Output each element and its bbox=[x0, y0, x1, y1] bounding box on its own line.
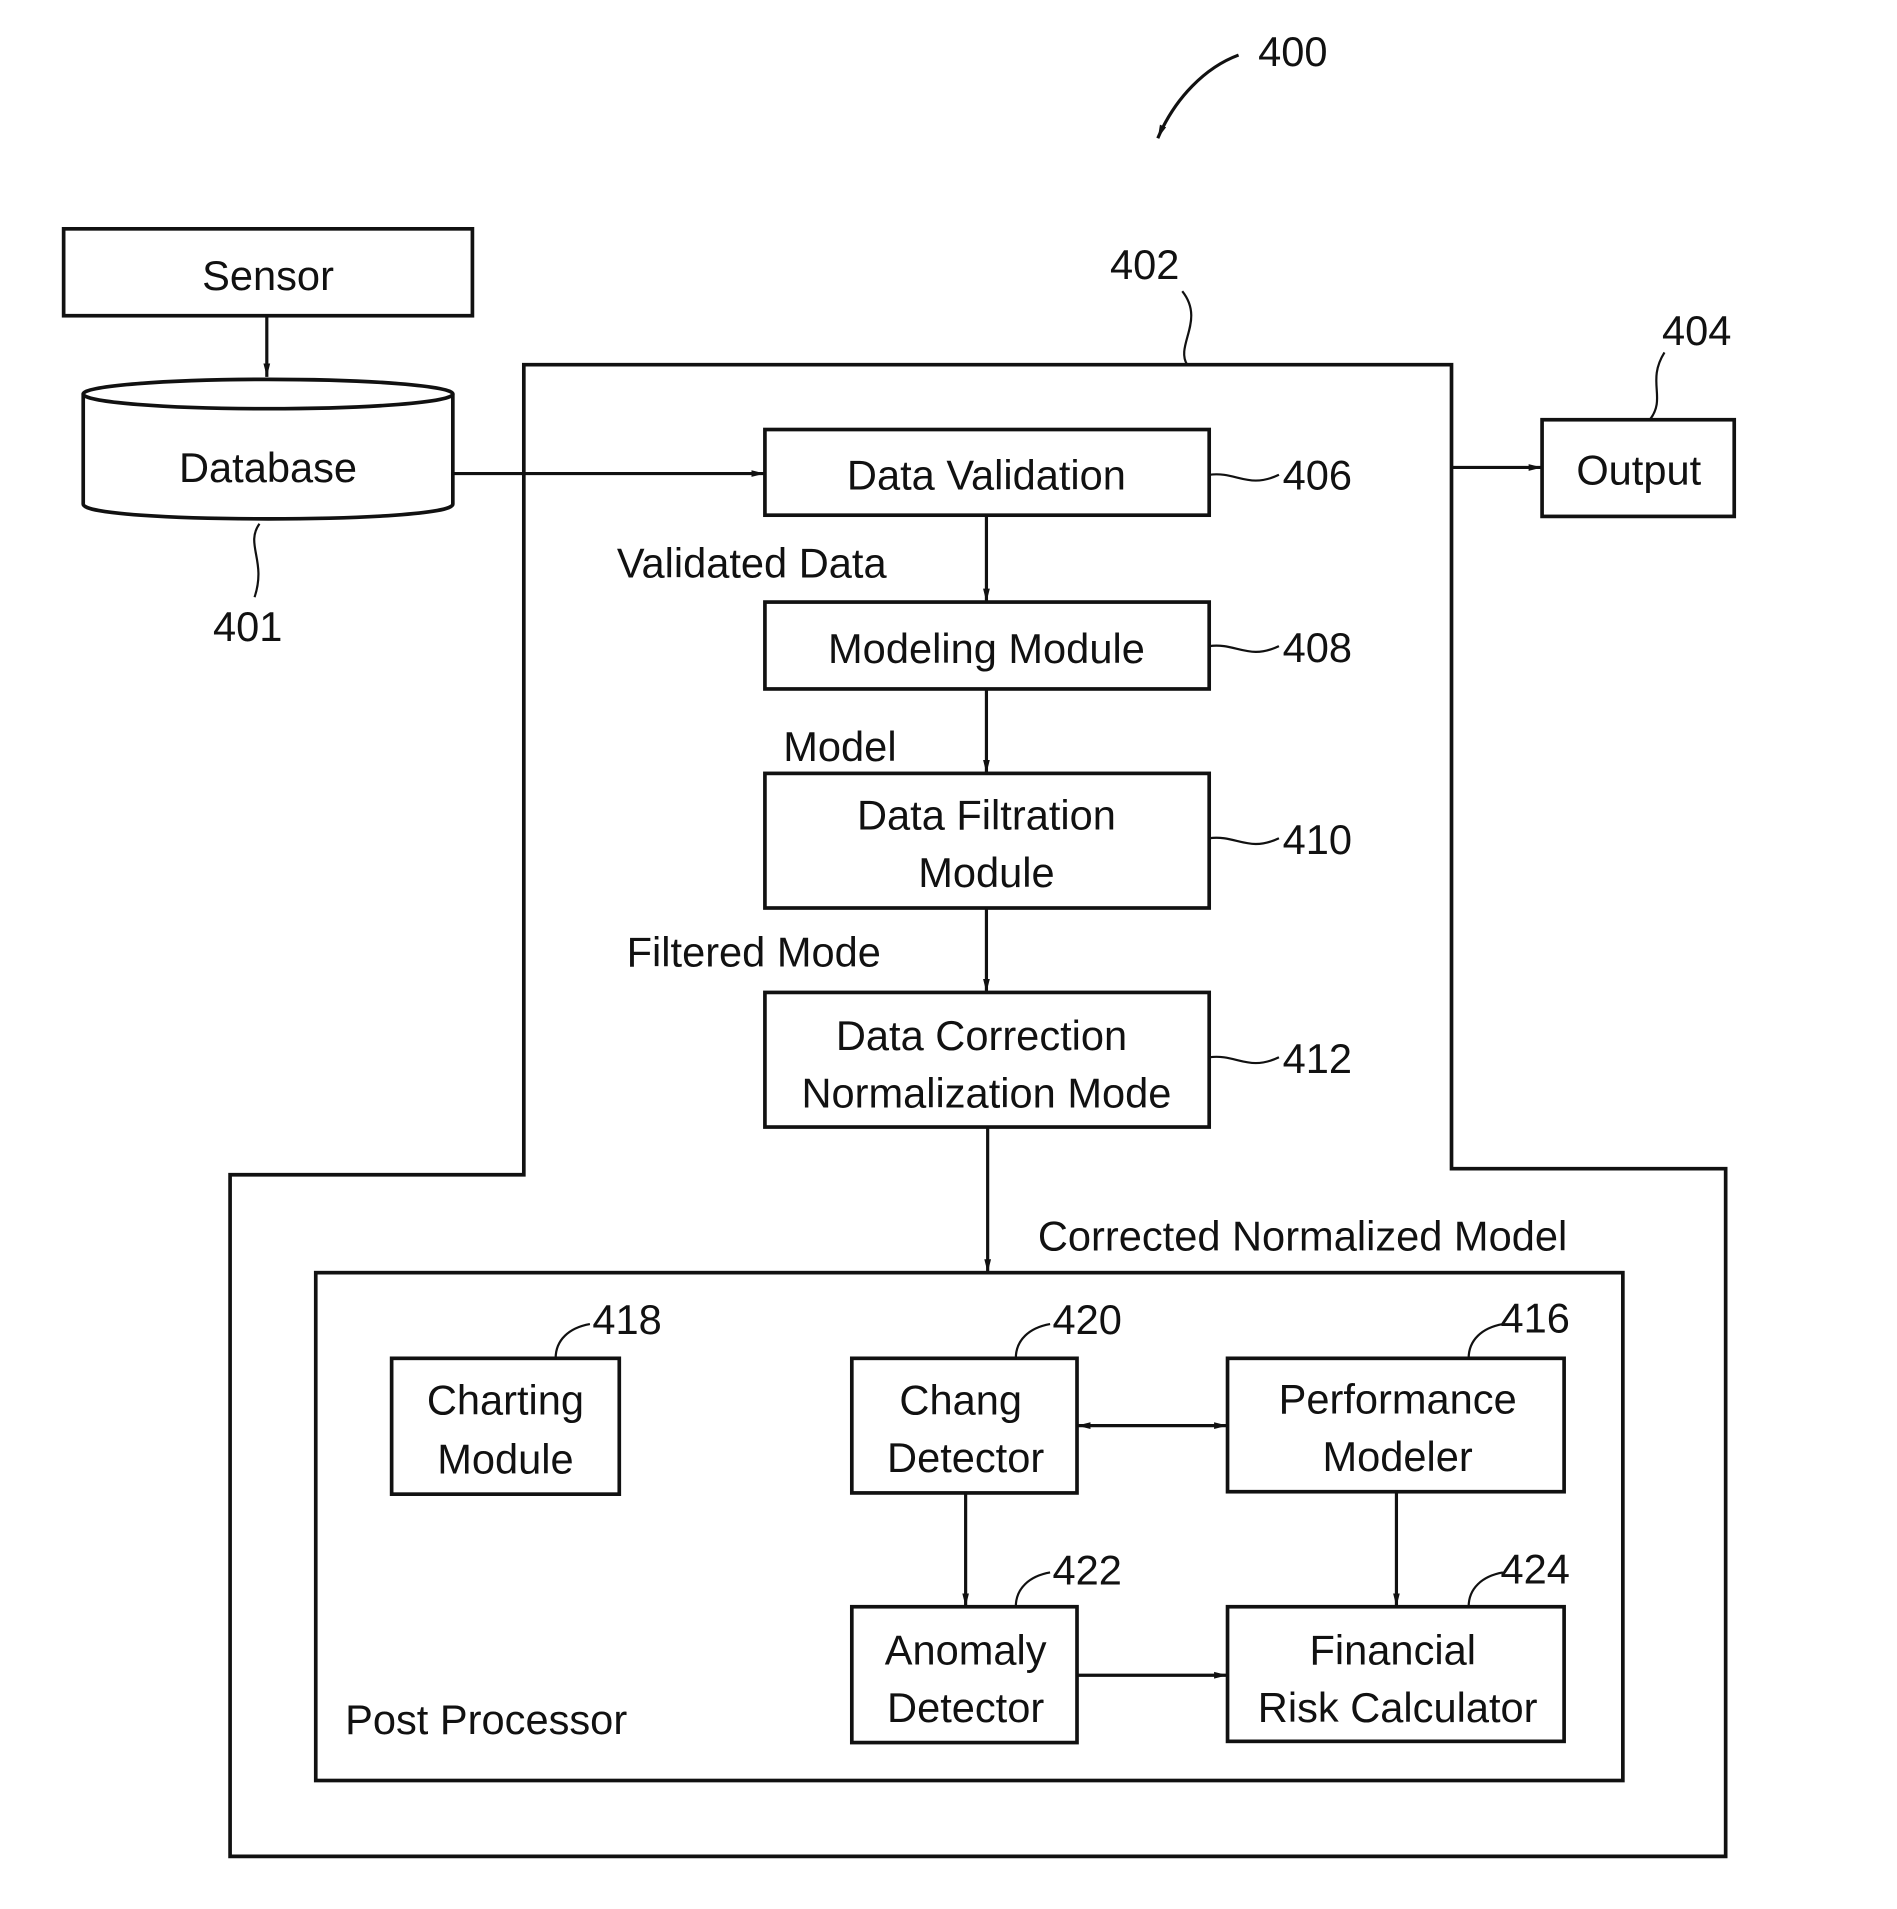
anomaly-detector-label-line1: Anomaly bbox=[885, 1626, 1047, 1673]
output-node[interactable]: Output bbox=[1540, 417, 1737, 519]
data-validation-ref-leader bbox=[1209, 473, 1280, 482]
data-correction-ref-label: 412 bbox=[1283, 1035, 1352, 1082]
chang-detector-node[interactable]: Chang Detector bbox=[849, 1356, 1079, 1495]
modeling-module-ref-leader bbox=[1209, 644, 1280, 654]
data-correction-label-line1: Data Correction bbox=[836, 1012, 1127, 1059]
anomaly-detector-label-line2: Detector bbox=[887, 1684, 1044, 1731]
charting-module-node[interactable]: Charting Module bbox=[389, 1356, 622, 1496]
data-validation-node[interactable]: Data Validation bbox=[763, 427, 1212, 518]
data-correction-node[interactable]: Data Correction Normalization Mode bbox=[763, 990, 1212, 1129]
sensor-label: Sensor bbox=[202, 252, 334, 299]
data-correction-label-line2: Normalization Mode bbox=[801, 1069, 1171, 1116]
system-diagram: 400 402 Sensor Database 401 Output 404 D… bbox=[61, 28, 1737, 1859]
performance-modeler-label-line2: Modeler bbox=[1323, 1433, 1473, 1480]
chang-detector-label-line2: Detector bbox=[887, 1434, 1044, 1481]
financial-risk-calculator-label-line2: Risk Calculator bbox=[1258, 1684, 1538, 1731]
data-filtration-node[interactable]: Data Filtration Module bbox=[763, 771, 1212, 910]
figure-ref-arrow bbox=[1156, 53, 1240, 139]
corrected-normalized-model-label: Corrected Normalized Model bbox=[1038, 1213, 1567, 1260]
post-processor-label: Post Processor bbox=[345, 1696, 627, 1743]
charting-module-label-line1: Charting bbox=[427, 1377, 584, 1424]
filtered-mode-label: Filtered Mode bbox=[627, 929, 881, 976]
figure-ref: 400 bbox=[1156, 28, 1328, 139]
data-correction-ref-leader bbox=[1209, 1055, 1280, 1065]
data-filtration-ref-leader bbox=[1209, 836, 1280, 846]
post-processor: Post Processor Charting Module 418 Chang… bbox=[313, 1270, 1625, 1783]
database-label: Database bbox=[179, 444, 357, 491]
processor-ref-leader bbox=[1181, 290, 1193, 366]
modeling-module-ref-label: 408 bbox=[1283, 624, 1352, 671]
modeling-module-node[interactable]: Modeling Module bbox=[763, 600, 1212, 691]
output-label: Output bbox=[1576, 447, 1701, 494]
performance-modeler-node[interactable]: Performance Modeler bbox=[1225, 1356, 1566, 1494]
performance-modeler-ref-label: 416 bbox=[1500, 1295, 1569, 1342]
charting-module-ref-label: 418 bbox=[592, 1296, 661, 1343]
validated-data-label: Validated Data bbox=[617, 540, 888, 587]
figure-ref-label: 400 bbox=[1258, 28, 1327, 75]
financial-risk-calculator-ref-label: 424 bbox=[1500, 1545, 1569, 1592]
data-validation-label: Data Validation bbox=[847, 451, 1126, 498]
output-ref-label: 404 bbox=[1662, 307, 1731, 354]
data-filtration-ref-label: 410 bbox=[1283, 816, 1352, 863]
output-ref-leader bbox=[1648, 351, 1666, 421]
database-node[interactable]: Database bbox=[81, 377, 455, 521]
performance-modeler-label-line1: Performance bbox=[1279, 1375, 1517, 1422]
data-validation-ref-label: 406 bbox=[1283, 451, 1352, 498]
financial-risk-calculator-node[interactable]: Financial Risk Calculator bbox=[1225, 1604, 1566, 1744]
data-filtration-label-line2: Module bbox=[918, 849, 1054, 896]
chang-detector-ref-label: 420 bbox=[1053, 1296, 1122, 1343]
chang-detector-label-line1: Chang bbox=[899, 1377, 1022, 1424]
financial-risk-calculator-label-line1: Financial bbox=[1310, 1626, 1476, 1673]
sensor-node[interactable]: Sensor bbox=[61, 226, 475, 318]
anomaly-detector-ref-label: 422 bbox=[1053, 1547, 1122, 1594]
charting-module-label-line2: Module bbox=[437, 1435, 573, 1482]
processor-ref-label: 402 bbox=[1110, 241, 1179, 288]
modeling-module-label: Modeling Module bbox=[828, 625, 1145, 672]
database-ref-leader bbox=[253, 523, 261, 598]
database-ref-label: 401 bbox=[213, 603, 282, 650]
anomaly-detector-node[interactable]: Anomaly Detector bbox=[849, 1604, 1079, 1745]
model-label: Model bbox=[783, 723, 896, 770]
data-filtration-label-line1: Data Filtration bbox=[857, 792, 1116, 839]
